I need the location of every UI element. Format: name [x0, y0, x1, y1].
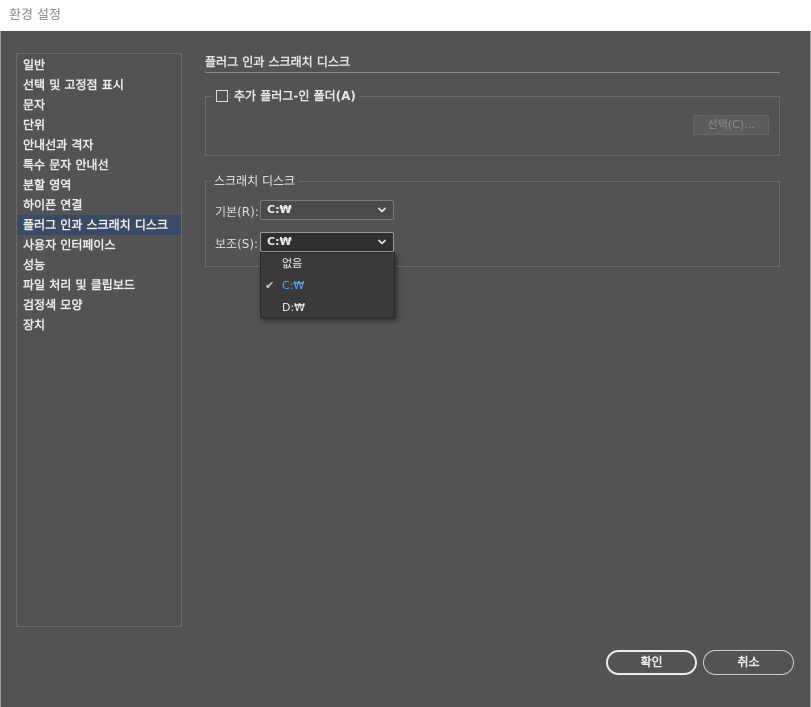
section-title: 플러그 인과 스크래치 디스크 [205, 55, 351, 69]
chevron-down-icon [377, 239, 387, 245]
plugins-folder-checkbox-row[interactable]: 추가 플러그-인 폴더(A) [213, 88, 359, 104]
window-border-left [0, 31, 1, 707]
sidebar-item-guides-grid[interactable]: 안내선과 격자 [17, 135, 181, 155]
sidebar-item-units[interactable]: 단위 [17, 115, 181, 135]
sidebar-item-smart-guides[interactable]: 특수 문자 안내선 [17, 155, 181, 175]
option-none-label: 없음 [282, 257, 303, 270]
primary-disk-dropdown[interactable]: C:₩ [260, 200, 394, 220]
ok-button[interactable]: 확인 [606, 650, 697, 675]
sidebar-item-hyphenation[interactable]: 하이픈 연결 [17, 195, 181, 215]
primary-disk-label: 기본(R): [215, 205, 259, 219]
secondary-disk-value: C:₩ [267, 235, 292, 248]
option-d-drive-label: D:₩ [282, 301, 306, 314]
sidebar-item-black-appearance[interactable]: 검정색 모양 [17, 295, 181, 315]
option-c-drive[interactable]: ✔ C:₩ [261, 275, 394, 297]
sidebar-item-selection-anchor[interactable]: 선택 및 고정점 표시 [17, 75, 181, 95]
secondary-disk-options-menu: 없음 ✔ C:₩ D:₩ [260, 252, 395, 318]
additional-plugins-label: 추가 플러그-인 폴더(A) [234, 89, 356, 103]
sidebar-item-type[interactable]: 문자 [17, 95, 181, 115]
sidebar-item-slices[interactable]: 분할 영역 [17, 175, 181, 195]
checkmark-icon: ✔ [265, 279, 275, 292]
sidebar-item-general[interactable]: 일반 [17, 55, 181, 75]
choose-folder-button[interactable]: 선택(C)... [693, 115, 769, 135]
sidebar-item-user-interface[interactable]: 사용자 인터페이스 [17, 235, 181, 255]
sidebar-item-file-clipboard[interactable]: 파일 처리 및 클립보드 [17, 275, 181, 295]
scratch-disks-legend: 스크래치 디스크 [211, 173, 299, 189]
chevron-down-icon [377, 207, 387, 213]
option-none[interactable]: 없음 [261, 253, 394, 275]
window-title: 환경 설정 [9, 8, 61, 23]
sidebar-item-performance[interactable]: 성능 [17, 255, 181, 275]
option-d-drive[interactable]: D:₩ [261, 297, 394, 319]
window-titlebar: 환경 설정 [0, 0, 811, 31]
section-divider [205, 72, 780, 73]
additional-plugins-checkbox[interactable] [216, 90, 228, 102]
secondary-disk-label: 보조(S): [215, 237, 259, 251]
primary-disk-value: C:₩ [267, 203, 292, 216]
cancel-button[interactable]: 취소 [703, 650, 794, 675]
sidebar-item-plugins-scratch[interactable]: 플러그 인과 스크래치 디스크 [17, 215, 181, 235]
category-sidebar: 일반 선택 및 고정점 표시 문자 단위 안내선과 격자 특수 문자 안내선 분… [16, 53, 182, 627]
option-c-drive-label: C:₩ [282, 279, 305, 292]
secondary-disk-dropdown[interactable]: C:₩ [260, 232, 394, 252]
sidebar-item-devices[interactable]: 장치 [17, 315, 181, 335]
